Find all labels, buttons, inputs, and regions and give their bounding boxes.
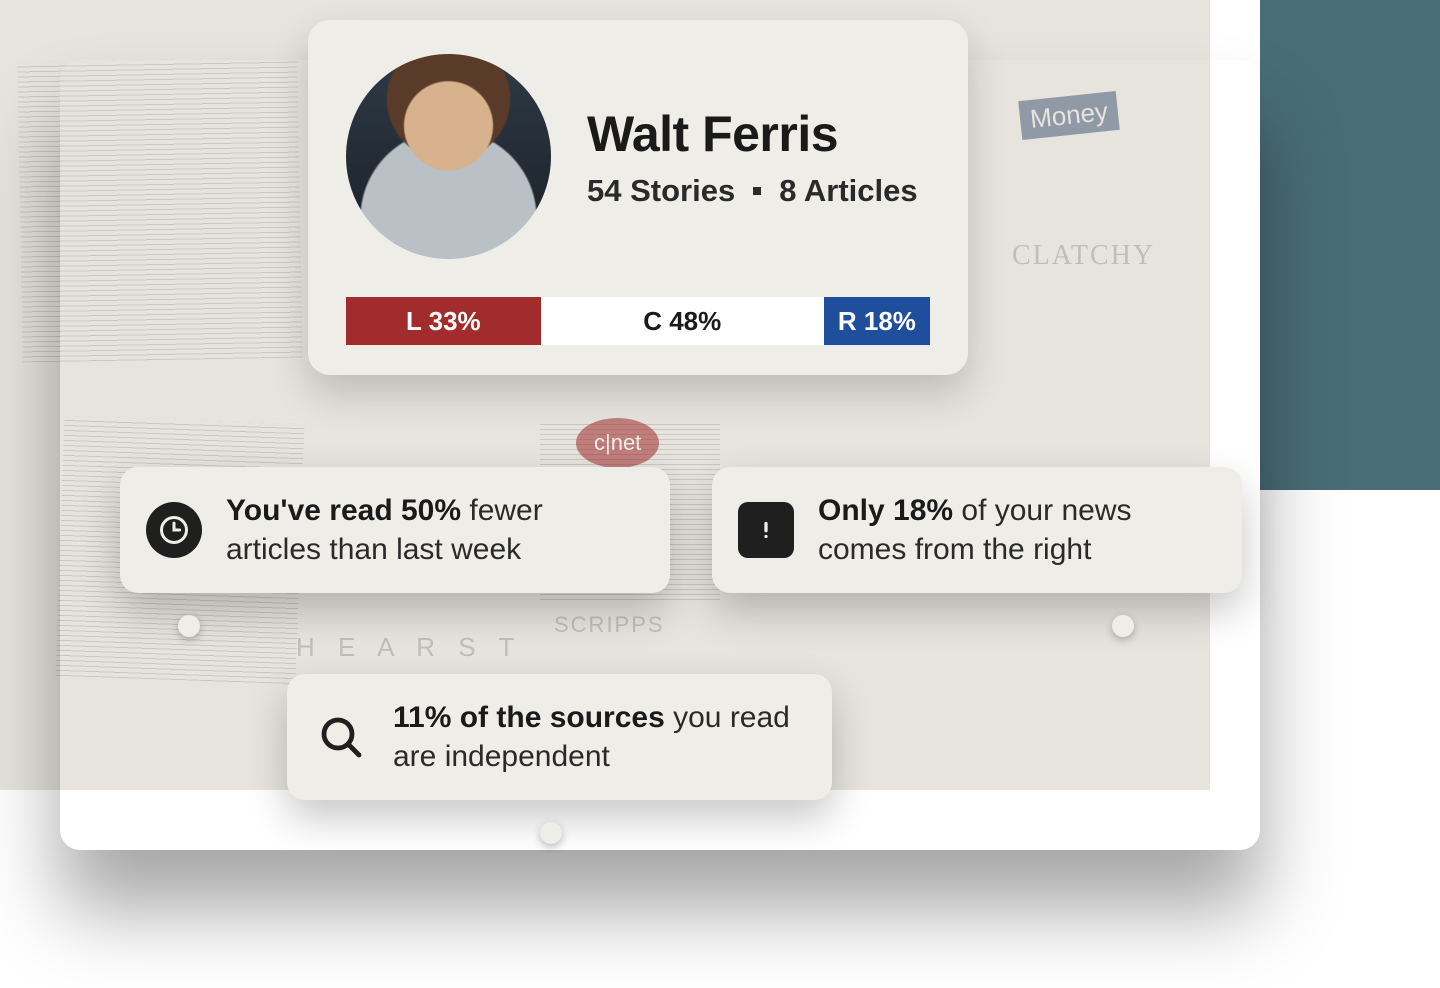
avatar bbox=[346, 54, 551, 259]
callout-independent-sources-bold: 11% of the sources bbox=[393, 701, 665, 734]
callout-pin-icon bbox=[540, 822, 562, 844]
bg-logo-money: Money bbox=[1018, 91, 1120, 140]
bg-logo-cnet: c|net bbox=[576, 418, 659, 468]
side-accent-strip bbox=[1260, 0, 1440, 490]
bias-center-label: C 48% bbox=[643, 306, 721, 337]
separator-dot-icon bbox=[753, 187, 761, 195]
callout-right-share-bold: Only 18% bbox=[818, 494, 953, 527]
bg-logo-clatchy: CLATCHY bbox=[1012, 240, 1155, 272]
bias-left-label: L 33% bbox=[406, 306, 481, 337]
callout-fewer-articles: You've read 50% fewer articles than last… bbox=[120, 467, 670, 593]
clock-icon bbox=[146, 502, 202, 558]
bias-seg-right: R 18% bbox=[824, 297, 930, 345]
alert-icon bbox=[738, 502, 794, 558]
callout-independent-sources-text: 11% of the sources you read are independ… bbox=[393, 698, 800, 776]
profile-card: Walt Ferris 54 Stories 8 Articles L 33% … bbox=[308, 20, 968, 375]
callout-pin-icon bbox=[1112, 615, 1134, 637]
profile-stats: 54 Stories 8 Articles bbox=[587, 173, 918, 209]
callout-pin-icon bbox=[178, 615, 200, 637]
callout-independent-sources: 11% of the sources you read are independ… bbox=[287, 674, 832, 800]
callout-fewer-articles-bold: You've read 50% bbox=[226, 494, 461, 527]
callout-right-share: Only 18% of your news comes from the rig… bbox=[712, 467, 1242, 593]
magnify-icon bbox=[313, 709, 369, 765]
stories-count: 54 Stories bbox=[587, 173, 735, 209]
bias-seg-left: L 33% bbox=[346, 297, 541, 345]
bias-seg-center: C 48% bbox=[541, 297, 824, 345]
callout-right-share-text: Only 18% of your news comes from the rig… bbox=[818, 491, 1210, 569]
bias-distribution-bar: L 33% C 48% R 18% bbox=[346, 297, 930, 345]
profile-name: Walt Ferris bbox=[587, 105, 918, 163]
callout-fewer-articles-text: You've read 50% fewer articles than last… bbox=[226, 491, 638, 569]
bg-logo-scripps: SCRIPPS bbox=[554, 612, 665, 638]
bg-logo-hearst: H E A R S T bbox=[296, 632, 522, 663]
bias-right-label: R 18% bbox=[838, 306, 916, 337]
articles-count: 8 Articles bbox=[779, 173, 917, 209]
